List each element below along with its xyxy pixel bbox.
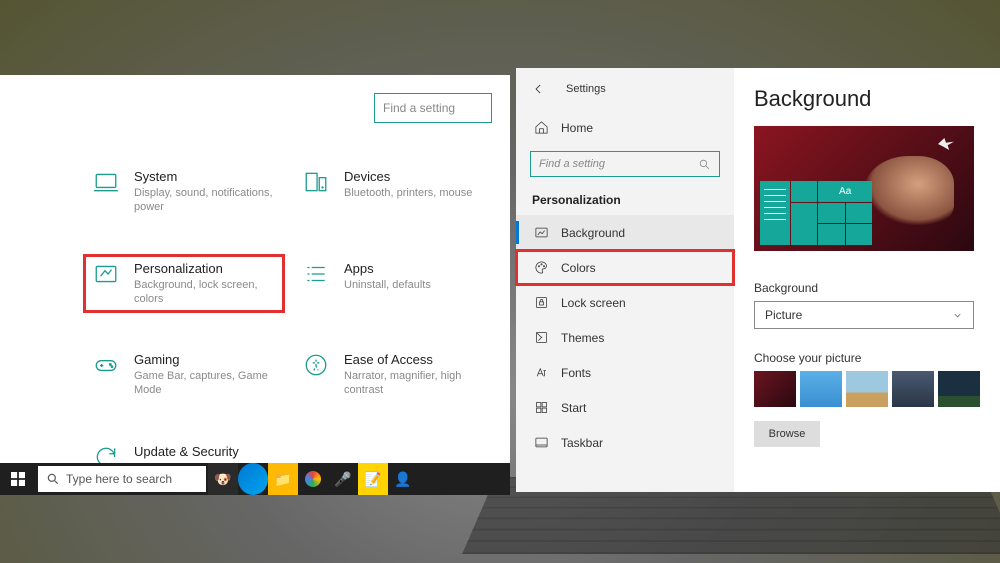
gamepad-icon xyxy=(92,352,120,378)
category-desc: Narrator, magnifier, high contrast xyxy=(344,369,484,398)
category-devices[interactable]: Devices Bluetooth, printers, mouse xyxy=(294,163,494,221)
picture-thumbnail[interactable] xyxy=(938,371,980,407)
category-apps[interactable]: Apps Uninstall, defaults xyxy=(294,255,494,313)
category-desc: Background, lock screen, colors xyxy=(134,278,274,307)
sidebar-item-label: Start xyxy=(561,401,586,415)
background-field-label: Background xyxy=(754,281,980,295)
taskbar-search-input[interactable]: Type here to search xyxy=(38,466,206,492)
taskbar-app-icon[interactable]: 🎤 xyxy=(328,463,358,495)
taskbar: Type here to search 🐶 📁 🎤 📝 👤 xyxy=(0,463,510,495)
search-icon xyxy=(698,158,711,171)
category-title: Devices xyxy=(344,169,472,184)
dropdown-value: Picture xyxy=(765,308,802,322)
start-button[interactable] xyxy=(0,463,36,495)
sidebar-search-input[interactable]: Find a setting xyxy=(530,151,720,177)
browse-button[interactable]: Browse xyxy=(754,421,820,447)
sidebar-item-lock-screen[interactable]: Lock screen xyxy=(516,285,734,320)
sidebar-item-label: Colors xyxy=(561,261,596,275)
category-ease-of-access[interactable]: Ease of Access Narrator, magnifier, high… xyxy=(294,346,494,404)
settings-sidebar: Settings Home Find a setting Personaliza… xyxy=(516,68,734,492)
paintbrush-icon xyxy=(92,261,120,287)
category-title: Update & Security xyxy=(134,444,274,459)
sidebar-item-label: Lock screen xyxy=(561,296,626,310)
back-button[interactable] xyxy=(530,80,548,98)
category-title: Gaming xyxy=(134,352,274,367)
chevron-down-icon xyxy=(952,310,963,321)
settings-main-window: Find a setting System Display, sound, no… xyxy=(0,75,510,495)
choose-picture-label: Choose your picture xyxy=(754,351,980,365)
sidebar-item-label: Taskbar xyxy=(561,436,603,450)
picture-thumbnail[interactable] xyxy=(754,371,796,407)
category-desc: Uninstall, defaults xyxy=(344,278,431,292)
sidebar-item-themes[interactable]: Themes xyxy=(516,320,734,355)
taskbar-app-icon[interactable]: 📝 xyxy=(358,463,388,495)
background-preview: Aa xyxy=(754,126,974,251)
sample-tile-text: Aa xyxy=(818,181,872,202)
sidebar-item-fonts[interactable]: Fonts xyxy=(516,355,734,390)
sidebar-item-taskbar[interactable]: Taskbar xyxy=(516,425,734,460)
laptop-icon xyxy=(92,169,120,195)
sidebar-search-placeholder: Find a setting xyxy=(539,158,605,170)
sidebar-item-label: Fonts xyxy=(561,366,591,380)
page-title: Background xyxy=(754,86,980,112)
search-icon xyxy=(46,472,60,486)
taskbar-app-icon[interactable]: 👤 xyxy=(388,463,418,495)
sidebar-item-label: Background xyxy=(561,226,625,240)
picture-thumbnail[interactable] xyxy=(892,371,934,407)
category-title: Personalization xyxy=(134,261,274,276)
sidebar-item-colors[interactable]: Colors xyxy=(516,250,734,285)
home-icon xyxy=(534,120,549,135)
category-system[interactable]: System Display, sound, notifications, po… xyxy=(84,163,284,221)
personalization-window: Settings Home Find a setting Personaliza… xyxy=(516,68,1000,492)
taskbar-tray: 🐶 📁 🎤 📝 👤 xyxy=(208,463,418,495)
list-icon xyxy=(302,261,330,287)
accessibility-icon xyxy=(302,352,330,378)
fonts-icon xyxy=(534,365,549,380)
picture-thumbnail[interactable] xyxy=(846,371,888,407)
lock-screen-icon xyxy=(534,295,549,310)
category-title: Ease of Access xyxy=(344,352,484,367)
sidebar-home[interactable]: Home xyxy=(516,110,734,145)
palette-icon xyxy=(534,260,549,275)
picture-icon xyxy=(534,225,549,240)
sidebar-home-label: Home xyxy=(561,121,593,135)
picture-thumbnail[interactable] xyxy=(800,371,842,407)
start-icon xyxy=(534,400,549,415)
taskbar-icon xyxy=(534,435,549,450)
taskbar-app-icon[interactable]: 🐶 xyxy=(208,463,238,495)
picture-thumbnails xyxy=(754,371,980,407)
category-gaming[interactable]: Gaming Game Bar, captures, Game Mode xyxy=(84,346,284,404)
sidebar-item-background[interactable]: Background xyxy=(516,215,734,250)
taskbar-app-icon[interactable] xyxy=(298,463,328,495)
taskbar-search-placeholder: Type here to search xyxy=(66,472,172,486)
search-placeholder: Find a setting xyxy=(383,101,455,115)
category-title: Apps xyxy=(344,261,431,276)
sidebar-section-label: Personalization xyxy=(516,189,734,215)
settings-categories-grid: System Display, sound, notifications, po… xyxy=(84,163,494,495)
category-desc: Game Bar, captures, Game Mode xyxy=(134,369,274,398)
settings-search-input[interactable]: Find a setting xyxy=(374,93,492,123)
sidebar-item-start[interactable]: Start xyxy=(516,390,734,425)
taskbar-app-icon[interactable]: 📁 xyxy=(268,463,298,495)
themes-icon xyxy=(534,330,549,345)
background-type-dropdown[interactable]: Picture xyxy=(754,301,974,329)
settings-content: Background Aa Background Picture Choose … xyxy=(734,68,1000,492)
window-title: Settings xyxy=(566,83,606,95)
category-title: System xyxy=(134,169,274,184)
category-personalization[interactable]: Personalization Background, lock screen,… xyxy=(84,255,284,313)
sidebar-item-label: Themes xyxy=(561,331,604,345)
category-desc: Bluetooth, printers, mouse xyxy=(344,186,472,200)
devices-icon xyxy=(302,169,330,195)
category-desc: Display, sound, notifications, power xyxy=(134,186,274,215)
taskbar-app-icon[interactable] xyxy=(238,463,268,495)
